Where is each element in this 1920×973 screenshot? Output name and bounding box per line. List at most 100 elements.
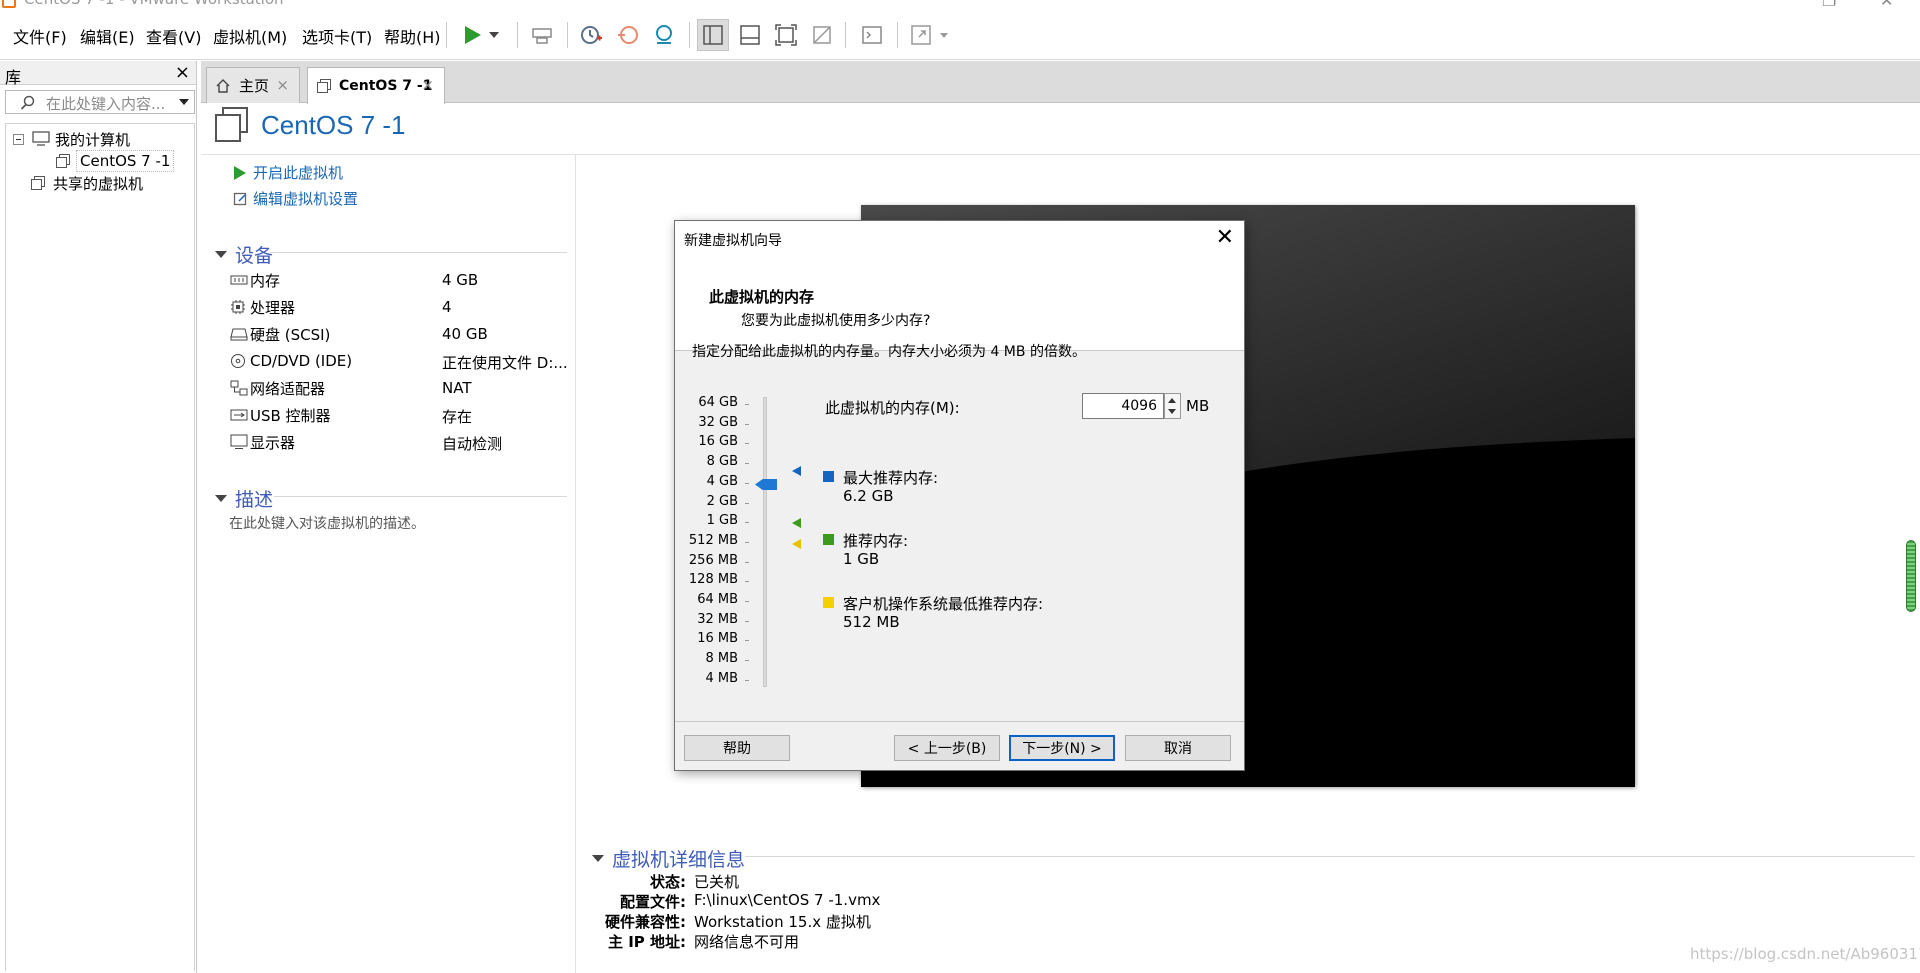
close-library-icon[interactable]: ×: [175, 62, 190, 83]
library-header: 库 ×: [0, 61, 196, 87]
search-icon: [20, 95, 35, 110]
device-name: CD/DVD (IDE): [250, 352, 353, 370]
play-icon: [465, 26, 481, 44]
stretch-options-dropdown[interactable]: [935, 19, 953, 51]
menu-tabs[interactable]: 选项卡(T): [302, 24, 372, 48]
take-snapshot-button[interactable]: [575, 19, 607, 51]
scale-label: 64 GB: [698, 395, 738, 410]
menu-view[interactable]: 查看(V): [146, 24, 201, 48]
detail-key-label: 状态:: [650, 873, 686, 891]
vm-large-icon: [215, 107, 248, 142]
close-dialog-icon[interactable]: ✕: [1216, 225, 1234, 250]
collapse-triangle-icon[interactable]: [592, 855, 604, 862]
full-screen-button[interactable]: [770, 19, 802, 51]
device-row-memory[interactable]: 内存 4 GB: [230, 269, 560, 291]
menu-vm[interactable]: 虚拟机(M): [213, 24, 287, 48]
device-row-usb[interactable]: USB 控制器 存在: [230, 404, 560, 426]
detail-value-config: F:\linux\CentOS 7 -1.vmx: [694, 891, 881, 909]
device-row-display[interactable]: 显示器 自动检测: [230, 431, 560, 453]
spin-up-icon[interactable]: [1168, 398, 1176, 403]
tab-home[interactable]: 主页 ×: [206, 67, 300, 103]
vm-details-heading[interactable]: 虚拟机详细信息: [592, 845, 745, 872]
stretch-guest-button[interactable]: [905, 19, 937, 51]
tab-vm[interactable]: CentOS 7 -1 ×: [307, 67, 445, 104]
scale-label: 4 GB: [706, 474, 738, 489]
device-name: USB 控制器: [250, 406, 331, 425]
legend-label: 最大推荐内存:: [843, 469, 939, 487]
device-row-processor[interactable]: 处理器 4: [230, 296, 560, 318]
scale-label: 32 MB: [697, 612, 738, 627]
collapse-icon[interactable]: [13, 133, 24, 145]
scale-tick: [745, 424, 749, 425]
collapse-triangle-icon[interactable]: [215, 251, 227, 258]
cpu-icon: [230, 299, 250, 315]
cancel-button[interactable]: 取消: [1125, 735, 1231, 761]
next-button[interactable]: 下一步(N) >: [1009, 735, 1115, 761]
menu-edit[interactable]: 编辑(E): [80, 24, 135, 48]
revert-snapshot-button[interactable]: [612, 19, 644, 51]
power-on-vm-link[interactable]: 开启此虚拟机: [232, 162, 343, 183]
unity-icon: [813, 26, 831, 44]
tree-label-vm: CentOS 7 -1: [76, 150, 175, 172]
edit-vm-settings-link[interactable]: 编辑虚拟机设置: [232, 188, 358, 209]
description-heading[interactable]: 描述: [215, 485, 273, 512]
device-value: NAT: [442, 379, 472, 397]
console-view-button[interactable]: [856, 19, 888, 51]
tree-item-vm[interactable]: CentOS 7 -1: [55, 150, 175, 172]
tab-home-label: 主页: [239, 77, 270, 95]
vm-icon: [317, 79, 331, 93]
recommended-marker: [792, 518, 801, 528]
menu-file[interactable]: 文件(F): [13, 24, 67, 48]
scale-label: 64 MB: [697, 592, 738, 607]
scale-label: 4 MB: [705, 671, 738, 686]
description-placeholder[interactable]: 在此处键入对该虚拟机的描述。: [229, 513, 425, 533]
memory-slider-thumb[interactable]: [755, 479, 777, 490]
menu-help[interactable]: 帮助(H): [384, 24, 441, 48]
tree-item-shared-vms[interactable]: 共享的虚拟机: [30, 172, 143, 194]
unity-mode-button[interactable]: [806, 19, 838, 51]
scale-tick: [745, 404, 749, 405]
scale-tick: [745, 483, 749, 484]
section-divider: [745, 856, 1915, 857]
detail-key-config: 配置文件:: [590, 891, 686, 913]
restore-window-icon[interactable]: ❐: [1822, 0, 1836, 10]
close-tab-icon[interactable]: ×: [421, 76, 434, 94]
scale-tick: [745, 680, 749, 681]
vm-icon: [56, 154, 70, 168]
toolbar-separator: [845, 22, 846, 48]
search-dropdown-icon[interactable]: [179, 99, 189, 105]
section-divider: [270, 252, 567, 253]
device-name: 处理器: [250, 298, 296, 317]
scale-tick: [745, 640, 749, 641]
spin-down-icon[interactable]: [1168, 409, 1176, 414]
show-library-button[interactable]: [697, 19, 729, 51]
hard-disk-icon: [230, 327, 250, 341]
device-row-cd-dvd[interactable]: CD/DVD (IDE) 正在使用文件 D:...: [230, 350, 568, 372]
back-button[interactable]: < 上一步(B): [894, 735, 1000, 761]
devices-heading[interactable]: 设备: [215, 241, 273, 268]
device-row-hard-disk[interactable]: 硬盘 (SCSI) 40 GB: [230, 323, 560, 345]
show-thumbnail-bar-button[interactable]: [734, 19, 766, 51]
wizard-instruction: 指定分配给此虚拟机的内存量。内存大小必须为 4 MB 的倍数。: [692, 344, 1086, 360]
memory-input[interactable]: [1082, 393, 1164, 419]
legend-label: 客户机操作系统最低推荐内存:: [843, 595, 1044, 613]
new-vm-wizard-dialog: 新建虚拟机向导 ✕ 此虚拟机的内存 您要为此虚拟机使用多少内存? 指定分配给此虚…: [674, 220, 1245, 771]
side-scroll-indicator[interactable]: [1906, 540, 1916, 612]
vm-details-heading-label: 虚拟机详细信息: [612, 849, 746, 871]
collapse-triangle-icon[interactable]: [215, 495, 227, 502]
device-name: 硬盘 (SCSI): [250, 325, 331, 344]
library-search-input[interactable]: 在此处键入内容...: [5, 90, 195, 114]
send-ctrl-alt-del-button[interactable]: [526, 19, 558, 51]
close-window-icon[interactable]: ✕: [1880, 0, 1893, 10]
snapshot-manager-button[interactable]: [648, 19, 680, 51]
close-tab-icon[interactable]: ×: [276, 76, 289, 94]
revert-icon: [618, 26, 638, 44]
watermark: https://blog.csdn.net/Ab960311: [1690, 945, 1920, 963]
help-button[interactable]: 帮助: [684, 735, 790, 761]
memory-slider-track[interactable]: [763, 397, 767, 687]
fullscreen-icon: [775, 24, 797, 46]
memory-spinner[interactable]: [1164, 393, 1181, 419]
tree-item-my-computer[interactable]: 我的计算机: [13, 128, 130, 150]
power-options-dropdown[interactable]: [484, 19, 504, 51]
device-row-network[interactable]: 网络适配器 NAT: [230, 377, 560, 399]
